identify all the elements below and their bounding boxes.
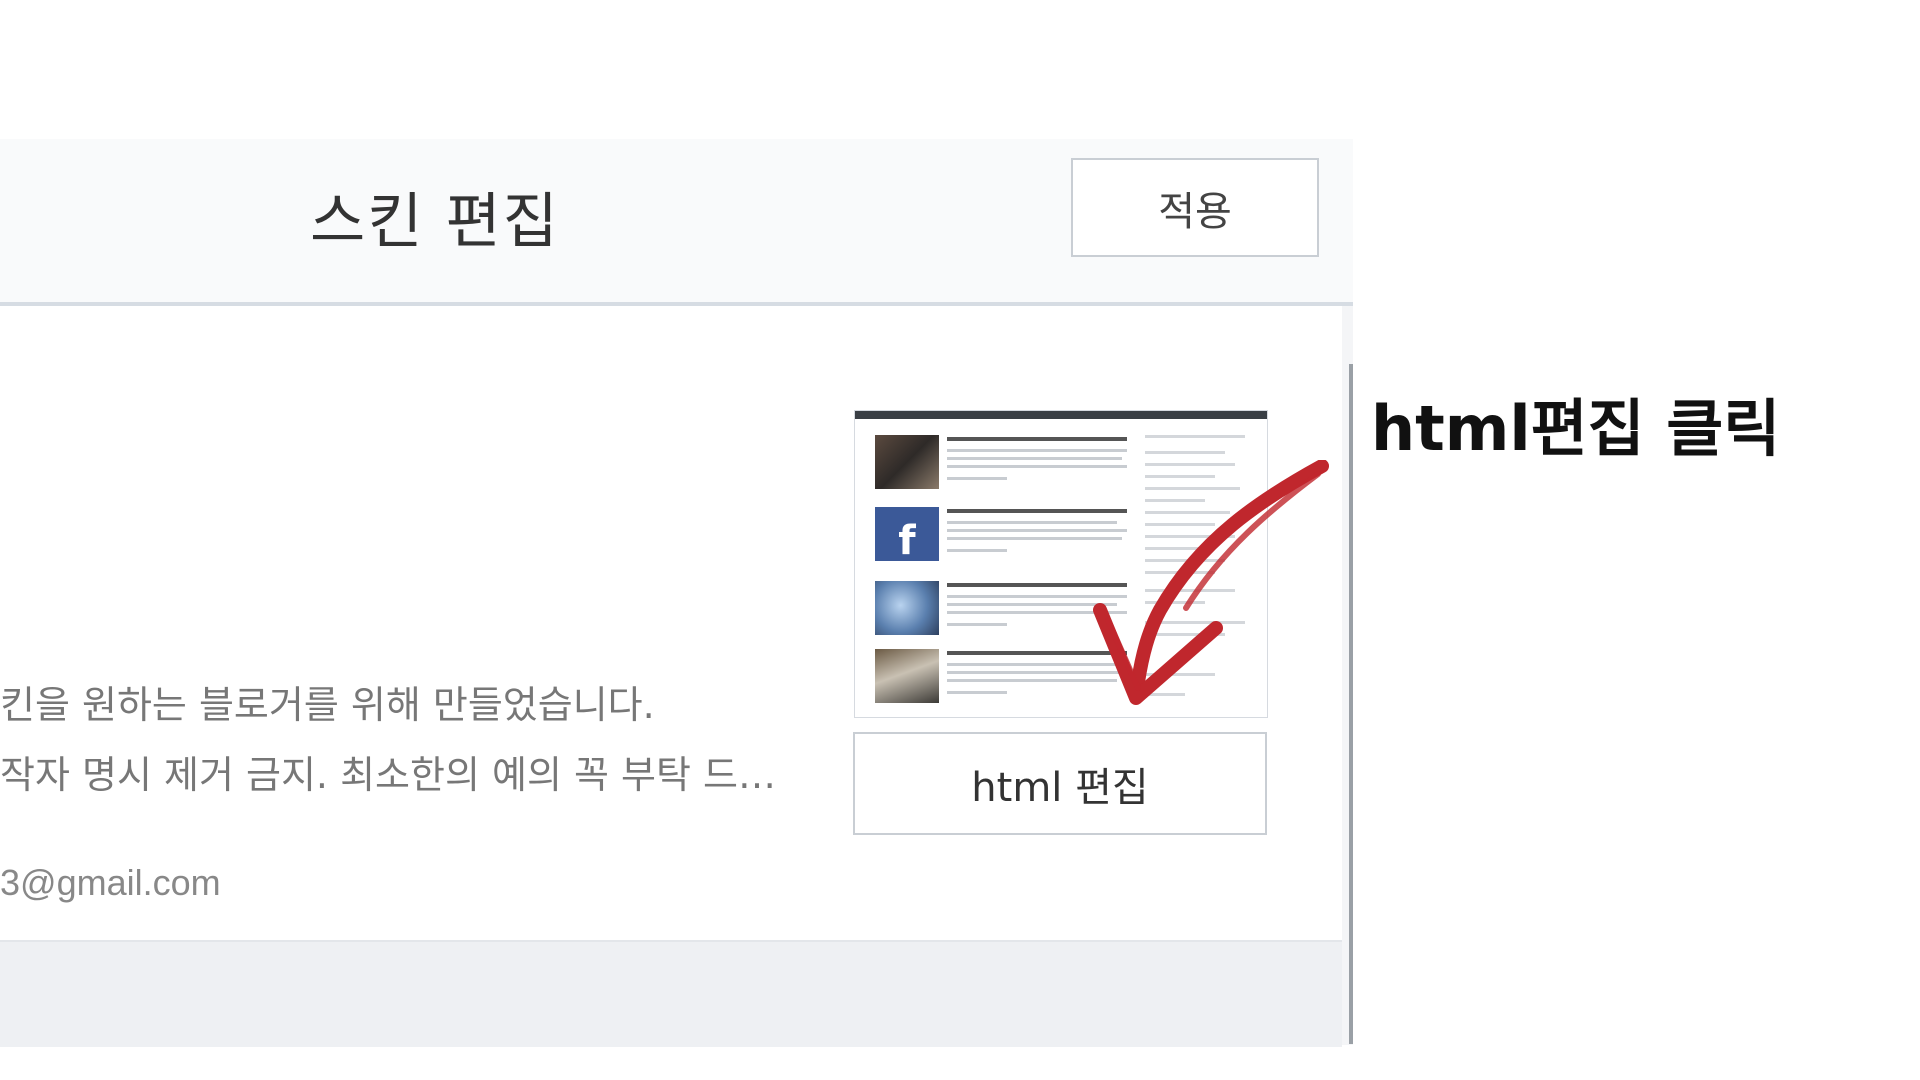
preview-sidebar-line xyxy=(1145,435,1245,438)
panel-header: 스킨 편집 적용 xyxy=(0,139,1353,306)
preview-post-image xyxy=(875,649,939,703)
skin-description-line-2: 작자 명시 제거 금지. 최소한의 예의 꼭 부탁 드… xyxy=(0,753,776,797)
preview-text-line xyxy=(947,623,1007,626)
author-email: 3@gmail.com xyxy=(0,862,221,903)
preview-text-line xyxy=(947,549,1007,552)
preview-sidebar-line xyxy=(1145,451,1225,454)
annotation-text: html편집 클릭 xyxy=(1371,392,1781,465)
apply-button[interactable]: 적용 xyxy=(1071,158,1319,257)
html-edit-button[interactable]: html 편집 xyxy=(853,732,1267,835)
facebook-icon: f xyxy=(875,507,939,561)
preview-text-line xyxy=(947,691,1007,694)
preview-text-line xyxy=(947,477,1007,480)
preview-top-bar xyxy=(855,411,1267,419)
preview-post-image xyxy=(875,435,939,489)
panel-footer xyxy=(0,940,1342,1047)
page-title: 스킨 편집 xyxy=(310,187,560,257)
preview-post-title xyxy=(947,437,1127,441)
preview-post-image xyxy=(875,581,939,635)
preview-text-line xyxy=(947,449,1127,452)
annotation-arrow-icon xyxy=(1093,460,1329,705)
skin-description-line-1: 킨을 원하는 블로거를 위해 만들었습니다. xyxy=(0,683,655,727)
